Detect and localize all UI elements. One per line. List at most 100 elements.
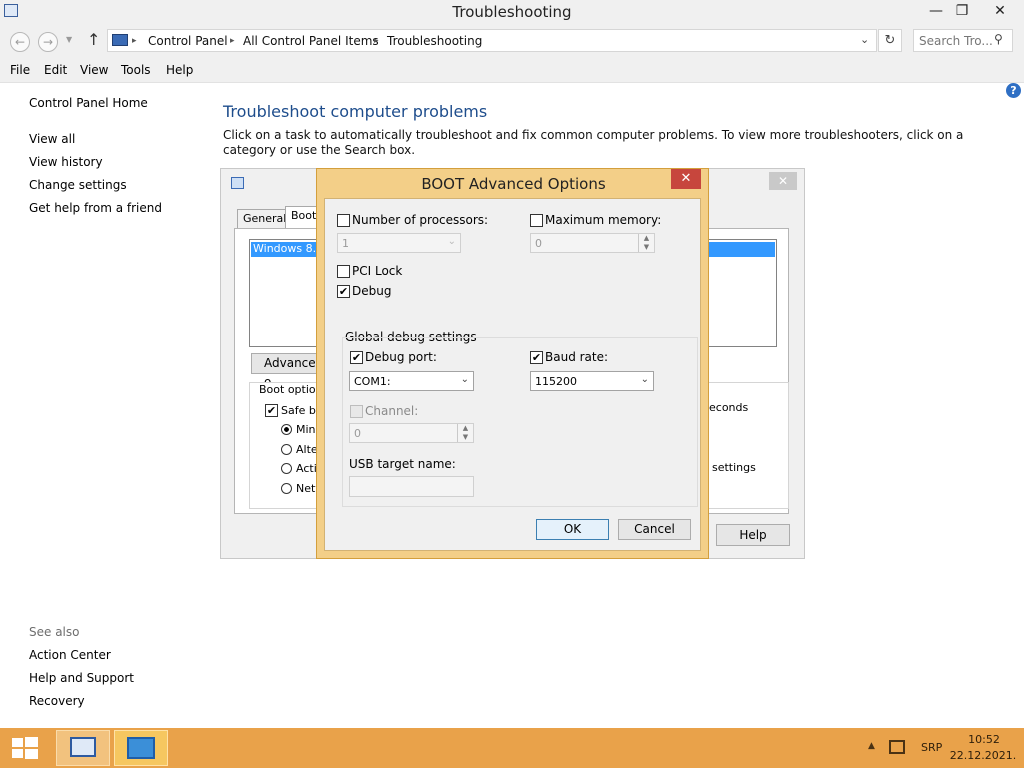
max-memory-input[interactable]: 0 ▲ ▼ bbox=[530, 233, 655, 253]
breadcrumb-separator-icon: ▸ bbox=[132, 36, 137, 46]
recent-locations-icon[interactable]: ▼ bbox=[66, 35, 72, 44]
dialog-close-button[interactable]: ✕ bbox=[671, 169, 701, 189]
debug-port-label: Debug port: bbox=[365, 350, 437, 364]
menu-help[interactable]: Help bbox=[166, 63, 193, 77]
dialog-body: Number of processors: 1 ⌄ Maximum memory… bbox=[324, 198, 701, 551]
debug-port-select[interactable]: COM1: ⌄ bbox=[349, 371, 474, 391]
chevron-down-icon: ⌄ bbox=[640, 374, 649, 385]
page-description: Click on a task to automatically trouble… bbox=[223, 128, 964, 157]
baud-rate-label: Baud rate: bbox=[545, 350, 609, 364]
control-panel-icon bbox=[127, 737, 155, 759]
control-panel-home-link[interactable]: Control Panel Home bbox=[29, 96, 148, 110]
boot-advanced-options-dialog: BOOT Advanced Options ✕ Number of proces… bbox=[316, 168, 709, 559]
breadcrumb-troubleshooting[interactable]: Troubleshooting bbox=[387, 34, 482, 48]
channel-value: 0 bbox=[354, 427, 361, 440]
bg-close-button[interactable]: ✕ bbox=[769, 172, 797, 190]
max-memory-checkbox[interactable] bbox=[530, 214, 543, 227]
menu-view[interactable]: View bbox=[80, 63, 108, 77]
breadcrumb-separator-icon: ▸ bbox=[230, 36, 235, 46]
network-icon[interactable] bbox=[889, 740, 905, 754]
baud-rate-select[interactable]: 115200 ⌄ bbox=[530, 371, 654, 391]
safe-boot-checkbox[interactable]: ✔ bbox=[265, 404, 278, 417]
refresh-icon[interactable]: ↻ bbox=[878, 29, 902, 52]
baud-rate-value: 115200 bbox=[535, 375, 577, 388]
search-icon[interactable]: ⚲ bbox=[994, 32, 1003, 46]
control-panel-icon bbox=[112, 34, 128, 46]
tray-overflow-icon[interactable]: ▲ bbox=[868, 741, 875, 751]
view-all-link[interactable]: View all bbox=[29, 132, 75, 146]
help-support-link[interactable]: Help and Support bbox=[29, 671, 134, 685]
taskbar: ▲ SRP 10:52 22.12.2021. bbox=[0, 728, 1024, 768]
navigation-bar: ← → ▼ ↑ ▸ Control Panel ▸ All Control Pa… bbox=[0, 25, 1024, 58]
menu-file[interactable]: File bbox=[10, 63, 30, 77]
num-processors-checkbox[interactable] bbox=[337, 214, 350, 227]
chevron-down-icon: ⌄ bbox=[460, 374, 469, 385]
menu-edit[interactable]: Edit bbox=[44, 63, 67, 77]
debug-label: Debug bbox=[352, 284, 392, 298]
change-settings-link[interactable]: Change settings bbox=[29, 178, 127, 192]
page-title: Troubleshoot computer problems bbox=[223, 102, 488, 121]
cancel-button[interactable]: Cancel bbox=[618, 519, 691, 540]
pci-lock-label: PCI Lock bbox=[352, 264, 403, 278]
menu-bar: File Edit View Tools Help bbox=[0, 58, 1024, 83]
start-logo-pane bbox=[25, 749, 38, 759]
maximize-button[interactable]: ❐ bbox=[947, 0, 977, 22]
language-indicator[interactable]: SRP bbox=[921, 741, 942, 754]
max-memory-spinner-icon[interactable]: ▲ ▼ bbox=[638, 234, 654, 252]
network-radio[interactable] bbox=[281, 483, 292, 494]
search-input[interactable]: Search Tro... ⚲ bbox=[913, 29, 1013, 52]
view-history-link[interactable]: View history bbox=[29, 155, 103, 169]
ok-button[interactable]: OK bbox=[536, 519, 609, 540]
start-logo-pane bbox=[12, 749, 23, 758]
active-directory-radio[interactable] bbox=[281, 463, 292, 474]
start-logo-pane bbox=[12, 738, 23, 747]
window-title: Troubleshooting bbox=[452, 3, 572, 21]
msconfig-icon bbox=[231, 177, 244, 189]
num-processors-select[interactable]: 1 ⌄ bbox=[337, 233, 461, 253]
taskbar-control-panel-button[interactable] bbox=[114, 730, 168, 766]
windows-start-icon[interactable] bbox=[12, 737, 38, 759]
usb-target-label: USB target name: bbox=[349, 457, 456, 471]
usb-target-input[interactable] bbox=[349, 476, 474, 497]
debug-port-checkbox[interactable]: ✔ bbox=[350, 351, 363, 364]
start-logo-pane bbox=[25, 737, 38, 747]
clock-time[interactable]: 10:52 bbox=[954, 733, 1014, 746]
channel-input[interactable]: 0 ▲ ▼ bbox=[349, 423, 474, 443]
minimal-radio[interactable] bbox=[281, 424, 292, 435]
see-also-label: See also bbox=[29, 625, 80, 639]
channel-spinner-icon[interactable]: ▲ ▼ bbox=[457, 424, 473, 442]
debug-port-value: COM1: bbox=[354, 375, 391, 388]
pci-lock-checkbox[interactable] bbox=[337, 265, 350, 278]
num-processors-value: 1 bbox=[342, 237, 349, 250]
help-icon[interactable]: ? bbox=[1006, 83, 1021, 98]
baud-rate-checkbox[interactable]: ✔ bbox=[530, 351, 543, 364]
back-icon[interactable]: ← bbox=[10, 32, 30, 52]
dialog-title: BOOT Advanced Options bbox=[421, 175, 606, 193]
debug-checkbox[interactable]: ✔ bbox=[337, 285, 350, 298]
menu-tools[interactable]: Tools bbox=[121, 63, 151, 77]
title-bar: Troubleshooting — ❐ ✕ bbox=[0, 0, 1024, 25]
search-placeholder: Search Tro... bbox=[919, 34, 993, 48]
up-icon[interactable]: ↑ bbox=[87, 30, 100, 49]
timeout-seconds-label: econds bbox=[709, 401, 749, 414]
recovery-link[interactable]: Recovery bbox=[29, 694, 85, 708]
close-button[interactable]: ✕ bbox=[985, 0, 1015, 22]
breadcrumb-control-panel[interactable]: Control Panel bbox=[148, 34, 228, 48]
action-center-link[interactable]: Action Center bbox=[29, 648, 111, 662]
address-dropdown-icon[interactable]: ⌄ bbox=[860, 33, 869, 46]
address-bar[interactable]: ▸ Control Panel ▸ All Control Panel Item… bbox=[107, 29, 877, 52]
max-memory-label: Maximum memory: bbox=[545, 213, 662, 227]
get-help-link[interactable]: Get help from a friend bbox=[29, 201, 162, 215]
taskbar-msconfig-button[interactable] bbox=[56, 730, 110, 766]
num-processors-label: Number of processors: bbox=[352, 213, 489, 227]
channel-checkbox[interactable] bbox=[350, 405, 363, 418]
msconfig-icon bbox=[70, 737, 96, 757]
forward-icon[interactable]: → bbox=[38, 32, 58, 52]
breadcrumb-separator-icon: ▸ bbox=[374, 36, 379, 46]
clock-date[interactable]: 22.12.2021. bbox=[948, 749, 1018, 762]
breadcrumb-all-items[interactable]: All Control Panel Items bbox=[243, 34, 379, 48]
alternate-shell-radio[interactable] bbox=[281, 444, 292, 455]
chevron-down-icon: ⌄ bbox=[447, 236, 456, 247]
max-memory-value: 0 bbox=[535, 237, 542, 250]
bg-help-button[interactable]: Help bbox=[716, 524, 790, 546]
